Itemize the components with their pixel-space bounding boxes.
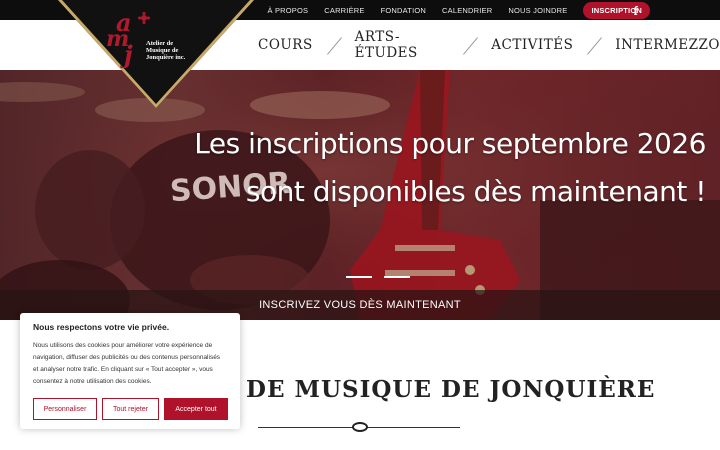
cookie-reject-button[interactable]: Tout rejeter bbox=[102, 398, 159, 420]
nav-separator bbox=[587, 37, 601, 53]
nav-intermezzo[interactable]: INTERMEZZO bbox=[615, 37, 720, 53]
divider-ornament bbox=[352, 422, 368, 432]
hero-headline: Les inscriptions pour septembre 2026 son… bbox=[194, 120, 706, 216]
logo-line-2: Musique de bbox=[146, 47, 179, 54]
hero-line-1: Les inscriptions pour septembre 2026 bbox=[194, 127, 706, 160]
cookie-accept-button[interactable]: Accepter tout bbox=[164, 398, 228, 420]
cookie-consent-banner: Nous respectons votre vie privée. Nous u… bbox=[20, 313, 240, 429]
nav-cours[interactable]: COURS bbox=[258, 37, 313, 53]
logo-line-3: Jonquière inc. bbox=[146, 54, 186, 61]
topnav-a-propos[interactable]: À PROPOS bbox=[267, 6, 308, 15]
nav-separator bbox=[327, 37, 341, 53]
topnav-nous-joindre[interactable]: NOUS JOINDRE bbox=[508, 6, 567, 15]
slider-dots bbox=[346, 276, 410, 278]
hero-cta-label[interactable]: INSCRIVEZ VOUS DÈS MAINTENANT bbox=[259, 299, 461, 311]
cookie-customize-button[interactable]: Personnaliser bbox=[33, 398, 97, 420]
section-title: DE MUSIQUE DE JONQUIÈRE bbox=[246, 376, 656, 403]
topnav-carriere[interactable]: CARRIÈRE bbox=[324, 6, 364, 15]
logo-flower-icon bbox=[138, 12, 150, 24]
cookie-title: Nous respectons votre vie privée. bbox=[33, 322, 170, 332]
cookie-buttons: Personnaliser Tout rejeter Accepter tout bbox=[33, 398, 228, 420]
cookie-body: Nous utilisons des cookies pour améliore… bbox=[33, 342, 221, 385]
slider-dot-1[interactable] bbox=[346, 276, 372, 278]
hero-line-2: sont disponibles dès maintenant ! bbox=[245, 175, 707, 208]
nav-arts-etudes[interactable]: ARTS-ÉTUDES bbox=[355, 29, 450, 61]
main-nav: COURS ARTS-ÉTUDES ACTIVITÉS INTERMEZZO bbox=[258, 20, 720, 70]
nav-separator bbox=[463, 37, 477, 53]
topnav-fondation[interactable]: FONDATION bbox=[381, 6, 426, 15]
top-nav: À PROPOS CARRIÈRE FONDATION CALENDRIER N… bbox=[267, 0, 650, 20]
logo-text: Atelier de Musique de Jonquière inc. bbox=[146, 40, 185, 61]
facebook-icon[interactable]: f bbox=[634, 3, 638, 19]
logo-letter-j: j bbox=[124, 40, 133, 69]
logo-line-1: Atelier de bbox=[146, 40, 174, 47]
site-logo[interactable]: a m j Atelier de Musique de Jonquière in… bbox=[58, 0, 254, 108]
nav-activites[interactable]: ACTIVITÉS bbox=[491, 37, 573, 53]
topnav-calendrier[interactable]: CALENDRIER bbox=[442, 6, 492, 15]
slider-dot-2[interactable] bbox=[384, 276, 410, 278]
inscription-button[interactable]: INSCRIPTION bbox=[583, 1, 650, 19]
